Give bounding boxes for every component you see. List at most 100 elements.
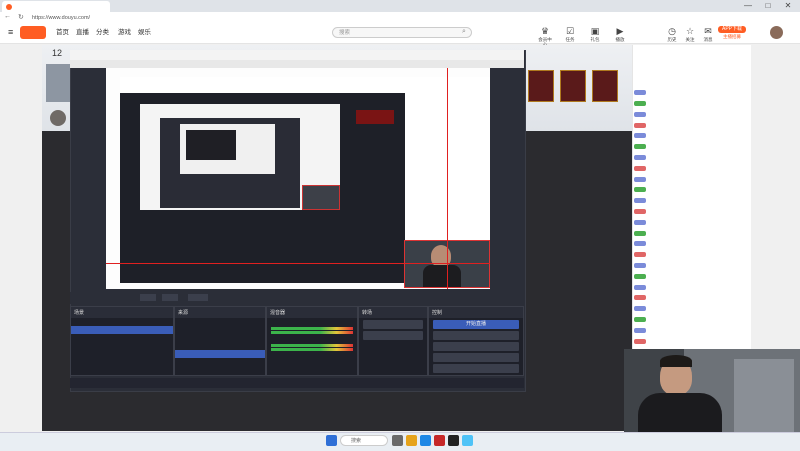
level-badge [634,176,646,182]
nav-entertainment[interactable]: 娱乐 [138,28,151,38]
browser-tab[interactable] [2,1,110,12]
chat-message [634,284,748,290]
level-badge [634,327,646,333]
task-icon[interactable]: ☑ 任务 [562,26,578,42]
level-badge [634,187,646,193]
nav-game[interactable]: 游戏 [118,28,131,38]
nav-category[interactable]: 分类 [96,28,109,38]
gift-card[interactable] [528,70,554,102]
explorer-icon[interactable] [406,435,417,446]
chat-message [634,273,748,280]
sources-dock-title: 来源 [175,307,265,318]
chat-message [634,306,748,312]
level-badge [634,144,646,150]
source-item[interactable] [175,342,265,350]
star-icon[interactable]: ☆ 关注 [682,26,698,42]
obs-ctrl-button[interactable] [140,294,156,301]
level-badge [634,262,646,268]
search-input[interactable]: 搜索 [332,27,472,38]
scene-item[interactable] [71,326,173,334]
audio-meter [271,348,353,351]
level-badge [634,316,646,322]
settings-button[interactable] [433,364,519,373]
audio-meter [271,344,353,347]
source-item[interactable] [175,334,265,342]
chat-message [634,252,748,258]
minimize-button[interactable]: — [738,0,758,12]
level-badge [634,111,646,117]
obs-ctrl-button[interactable] [188,294,208,301]
box-icon[interactable]: ▣ 礼包 [587,26,603,42]
download-app-button[interactable]: APP下载 [718,26,746,33]
app-icon[interactable] [462,435,473,446]
mail-icon[interactable]: ✉ 消息 [700,26,716,42]
level-badge [634,295,646,301]
chat-message [634,154,748,161]
source-item[interactable] [175,318,265,326]
search-icon[interactable]: ⌕ [462,28,466,36]
transition-duration[interactable] [363,331,423,340]
scene-item[interactable] [71,318,173,326]
source-item[interactable] [175,350,265,358]
start-recording-button[interactable] [433,331,519,340]
app-icon[interactable] [434,435,445,446]
virtual-camera-button[interactable] [433,342,519,351]
gift-card[interactable] [560,70,586,102]
nested-obs-3 [186,130,236,160]
taskview-icon[interactable] [392,435,403,446]
nav-home[interactable]: 首页 [56,28,69,38]
source-item[interactable] [175,326,265,334]
chat-message [634,338,748,344]
nav-live[interactable]: 直播 [76,28,89,38]
sources-dock: 来源 [174,306,266,376]
windows-start-icon[interactable] [326,435,337,446]
chat-message [634,165,748,172]
studio-mode-button[interactable] [433,353,519,362]
obs-app-icon[interactable] [448,435,459,446]
menu-icon[interactable]: ≡ [8,27,13,37]
chat-message [634,327,748,334]
chat-message [634,208,748,215]
gift-card[interactable] [592,70,618,102]
cast-recruit-link[interactable]: 主播招募 [718,34,746,40]
obs-title-bar [70,50,524,60]
chat-message [634,316,748,323]
crown-icon[interactable]: ♛会员中心 [537,26,553,47]
reload-icon[interactable]: ↻ [18,13,24,21]
level-badge [634,122,646,128]
start-streaming-button[interactable]: 开始直播 [433,320,519,329]
chat-message [634,241,748,247]
level-badge [634,165,646,171]
level-badge [634,219,646,225]
level-badge [634,154,646,160]
level-badge [634,306,646,312]
transition-select[interactable] [363,320,423,329]
taskbar-search[interactable]: 搜索 [340,435,388,446]
close-button[interactable]: ✕ [778,0,798,12]
play-icon[interactable]: ▶ 播放 [612,26,628,42]
back-arrow-icon[interactable]: ← [4,13,11,20]
url-field[interactable]: https://www.douyu.com/ [32,13,732,23]
level-badge [634,133,646,139]
obs-ctrl-button[interactable] [162,294,178,301]
controls-dock-title: 控制 [429,307,523,318]
chat-message [634,144,748,150]
streamer-cover [46,64,72,102]
scenes-dock-title: 场景 [71,307,173,318]
level-badge [634,338,646,344]
mixer-dock: 混音器 [266,306,358,376]
streamer-avatar[interactable] [50,110,66,126]
nested-browser [120,77,405,94]
edge-icon[interactable] [420,435,431,446]
level-badge [634,230,646,236]
maximize-button[interactable]: □ [758,0,778,12]
level-badge [634,241,646,247]
user-avatar[interactable] [770,26,783,39]
nested-gift-strip [356,110,394,124]
level-badge [634,284,646,290]
obs-menu-bar [70,60,524,68]
clock-icon[interactable]: ◷ 历史 [664,26,680,42]
mixer-dock-title: 混音器 [267,307,357,318]
audio-meter [271,327,353,330]
site-logo[interactable] [20,26,46,39]
